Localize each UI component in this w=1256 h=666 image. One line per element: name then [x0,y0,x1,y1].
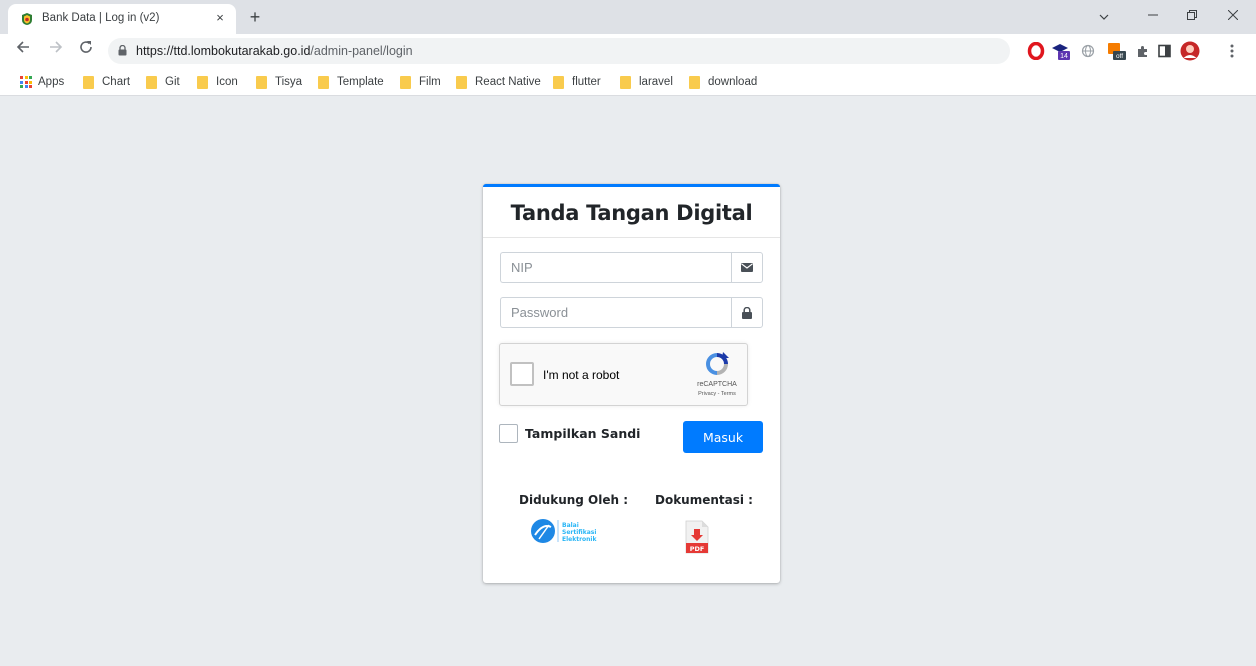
reload-button[interactable] [75,39,97,61]
bse-logo-line-3: Elektronik [562,536,597,543]
browser-tab[interactable]: Bank Data | Log in (v2) × [8,4,236,34]
tab-title: Bank Data | Log in (v2) [42,12,160,24]
puzzle-extensions-icon[interactable] [1136,42,1150,60]
browser-toolbar: https://ttd.lombokutarakab.go.id/admin-p… [0,34,1256,66]
bookmark-label: Film [419,76,441,88]
envelope-icon [731,252,763,283]
minimize-button[interactable] [1142,6,1164,26]
restore-button[interactable] [1181,6,1203,26]
bookmark-flutter[interactable]: flutter [553,74,601,90]
page-title: Tanda Tangan Digital [510,201,753,225]
url-host: https://ttd.lombokutarakab.go.id [136,44,311,58]
globe-extension-icon[interactable] [1081,42,1095,60]
bookmark-label: Apps [38,76,65,88]
bookmark-template[interactable]: Template [318,74,384,90]
bookmark-label: Template [337,76,384,88]
page-body: Tanda Tangan Digital I'm not a robot [0,97,1256,666]
bse-logo-line-1: Balai [562,522,579,529]
tab-bar: Bank Data | Log in (v2) × + [0,0,1256,34]
graduation-extension-icon[interactable]: 14 [1051,42,1071,60]
show-password-checkbox[interactable] [499,424,518,443]
password-input[interactable] [500,297,731,328]
extension-badge-off: off [1116,53,1123,60]
bookmark-laravel[interactable]: laravel [620,74,673,90]
documentation-label: Dokumentasi : [655,493,753,507]
recaptcha-logo-icon [706,352,729,375]
forward-button[interactable] [45,39,67,61]
close-window-button[interactable] [1222,6,1244,26]
recaptcha-checkbox[interactable] [510,362,534,386]
password-input-group [500,297,763,328]
lock-icon [731,297,763,328]
folder-icon [318,75,329,89]
bookmark-tisya[interactable]: Tisya [256,74,302,90]
folder-icon [256,75,267,89]
bookmark-label: React Native [475,76,541,88]
login-submit-button[interactable]: Masuk [683,421,763,453]
bookmark-download[interactable]: download [689,74,757,90]
bookmark-react-native[interactable]: React Native [456,74,541,90]
new-tab-button[interactable]: + [246,8,264,26]
bookmark-label: download [708,76,758,88]
card-header: Tanda Tangan Digital [483,187,780,238]
folder-icon [83,75,94,89]
bookmark-label: flutter [572,76,601,88]
tab-search-icon[interactable] [1093,6,1115,26]
opera-extension-icon[interactable] [1027,42,1045,60]
show-password-label[interactable]: Tampilkan Sandi [525,426,640,441]
recaptcha-widget: I'm not a robot reCAPTCHA Privacy - Term… [499,343,748,406]
bookmarks-bar: Apps Chart Git Icon Tisya Template Film … [0,66,1256,96]
off-extension-icon[interactable]: off [1107,42,1127,60]
bookmark-label: Tisya [275,76,303,88]
pdf-label: PDF [690,545,705,553]
nip-input-group [500,252,763,283]
bookmark-chart[interactable]: Chart [83,74,130,90]
extension-badge-14: 14 [1060,53,1068,60]
back-button[interactable] [12,39,34,61]
recaptcha-brand: reCAPTCHA [697,381,737,388]
bookmark-icon[interactable]: Icon [197,74,238,90]
folder-icon [197,75,208,89]
bookmark-git[interactable]: Git [146,74,180,90]
bookmark-label: Git [165,76,180,88]
site-favicon-icon [22,13,32,25]
address-bar[interactable]: https://ttd.lombokutarakab.go.id/admin-p… [108,38,1010,64]
nip-input[interactable] [500,252,731,283]
folder-icon [456,75,467,89]
side-panel-icon[interactable] [1158,42,1172,60]
url-path: /admin-panel/login [310,44,413,58]
bookmark-label: Icon [216,76,238,88]
recaptcha-label: I'm not a robot [543,368,620,382]
bookmark-apps[interactable]: Apps [20,74,64,90]
folder-icon [400,75,411,89]
bookmark-film[interactable]: Film [400,74,441,90]
pdf-documentation-icon[interactable]: PDF [684,520,710,554]
folder-icon [553,75,564,89]
folder-icon [689,75,700,89]
supported-by-label: Didukung Oleh : [519,493,629,507]
folder-icon [146,75,157,89]
login-card: Tanda Tangan Digital I'm not a robot [483,184,780,583]
bookmark-label: Chart [102,76,131,88]
apps-grid-icon [20,76,32,88]
lock-icon[interactable] [118,45,127,56]
bse-logo-line-2: Sertifikasi [562,529,596,536]
menu-kebab-icon[interactable] [1228,42,1236,60]
recaptcha-privacy-terms-link[interactable]: Privacy - Terms [688,391,746,397]
profile-avatar[interactable] [1180,41,1200,61]
bookmark-label: laravel [639,76,673,88]
bse-logo[interactable]: Balai Sertifikasi Elektronik [529,517,617,545]
url-text[interactable]: https://ttd.lombokutarakab.go.id/admin-p… [136,44,413,58]
folder-icon [620,75,631,89]
tab-close-icon[interactable]: × [212,10,228,26]
